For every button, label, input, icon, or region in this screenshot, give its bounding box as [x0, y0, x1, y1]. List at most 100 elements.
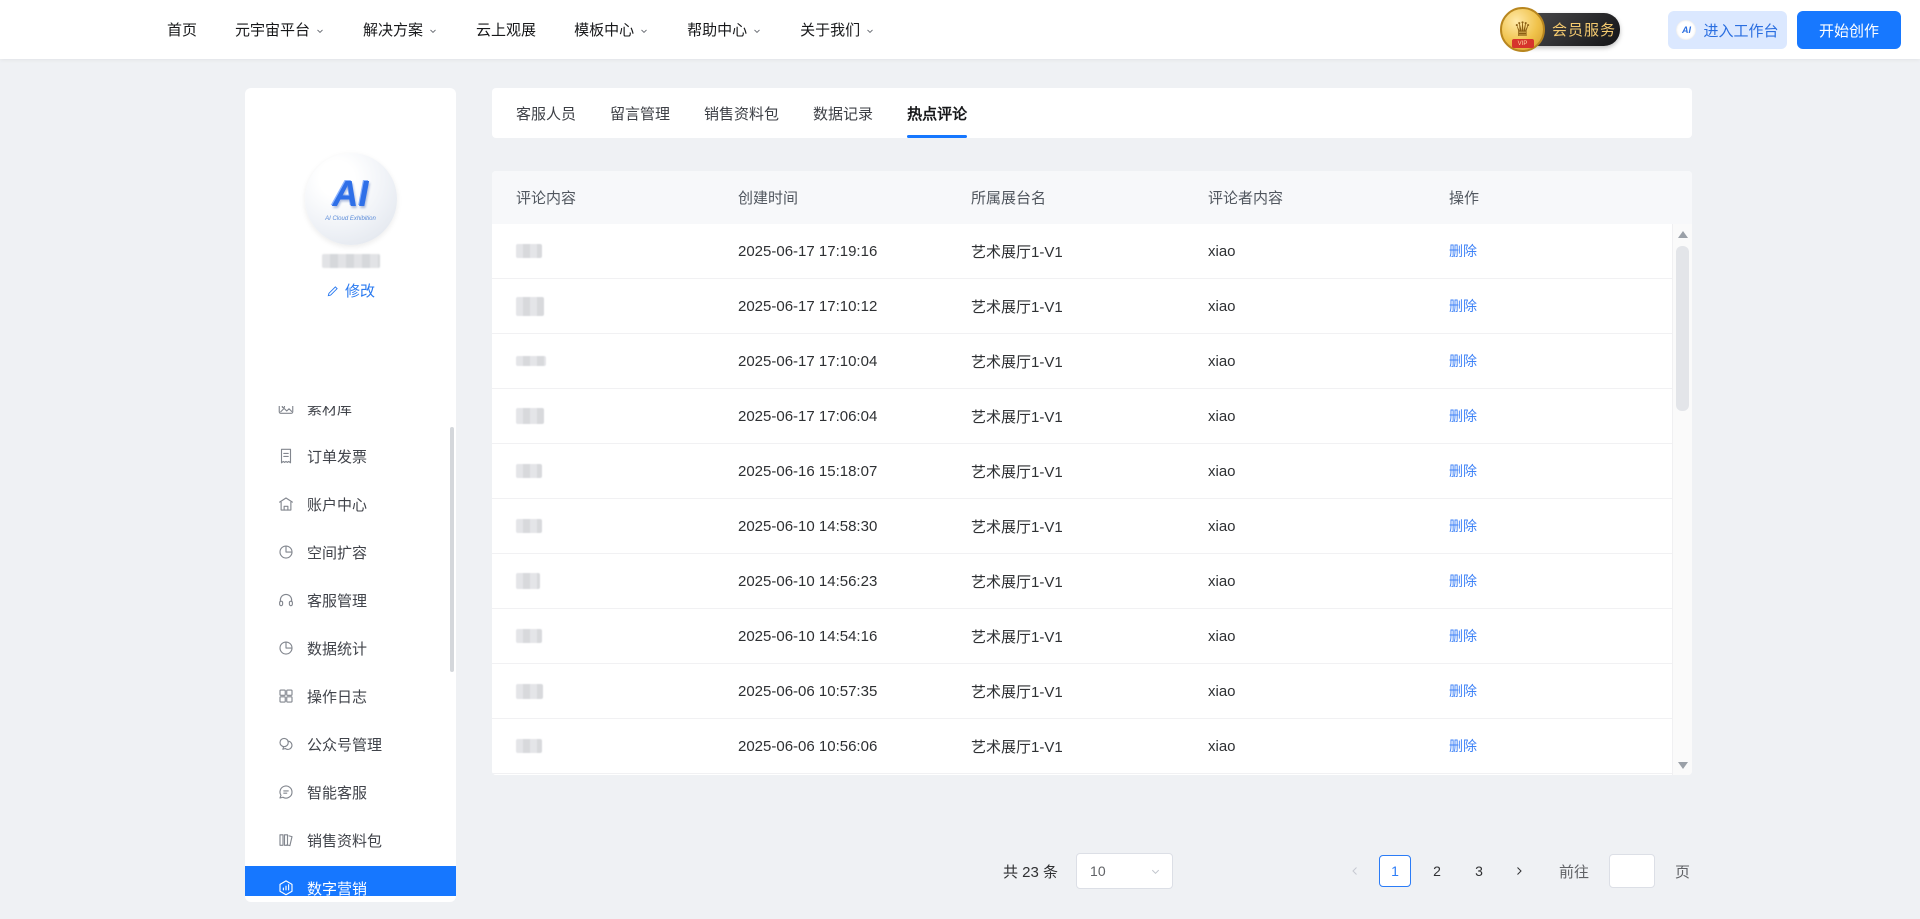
username-redacted	[322, 254, 380, 268]
booth-name: 艺术展厅1-V1	[971, 296, 1208, 317]
sidebar-item-10[interactable]: 数字营销	[245, 866, 456, 896]
chat-icon	[277, 783, 295, 801]
sidebar-item-2[interactable]: 账户中心	[245, 480, 456, 528]
nav-item-3[interactable]: 云上观展	[457, 0, 555, 59]
booth-name: 艺术展厅1-V1	[971, 626, 1208, 647]
enter-workspace-label: 进入工作台	[1703, 20, 1778, 41]
prev-page-button[interactable]	[1341, 855, 1369, 887]
sidebar-item-label: 数据统计	[307, 638, 367, 659]
tab-4[interactable]: 热点评论	[907, 88, 967, 138]
enter-workspace-button[interactable]: AI 进入工作台	[1668, 11, 1787, 49]
marketing-hex-icon	[277, 879, 295, 896]
sidebar-item-8[interactable]: 智能客服	[245, 768, 456, 816]
start-create-button[interactable]: 开始创作	[1797, 11, 1901, 49]
sidebar-scrollbar[interactable]	[450, 427, 454, 672]
redacted-comment	[516, 573, 540, 589]
table-body: 2025-06-17 17:19:16艺术展厅1-V1xiao删除 2025-06…	[492, 224, 1672, 775]
table-row: 2025-06-17 17:06:04艺术展厅1-V1xiao删除	[492, 389, 1672, 444]
delete-link[interactable]: 删除	[1449, 628, 1477, 644]
commenter-name: xiao	[1208, 683, 1449, 700]
scrollbar-thumb[interactable]	[1676, 246, 1689, 411]
tab-2[interactable]: 销售资料包	[704, 88, 779, 138]
booth-name: 艺术展厅1-V1	[971, 736, 1208, 757]
table-row: 2025-06-17 17:19:16艺术展厅1-V1xiao删除	[492, 224, 1672, 279]
sidebar-item-4[interactable]: 客服管理	[245, 576, 456, 624]
sidebar-item-9[interactable]: 销售资料包	[245, 816, 456, 864]
table-row: 2025-06-06 10:57:35艺术展厅1-V1xiao删除	[492, 664, 1672, 719]
page-size-select[interactable]: 10	[1076, 853, 1173, 889]
redacted-comment	[516, 356, 546, 366]
pencil-icon	[326, 284, 340, 298]
redacted-comment	[516, 297, 544, 316]
sidebar-item-label: 客服管理	[307, 590, 367, 611]
commenter-name: xiao	[1208, 738, 1449, 755]
member-service-button[interactable]: ♛ VIP 会员服务	[1500, 8, 1620, 51]
page-button-3[interactable]: 3	[1463, 855, 1495, 887]
sidebar-item-5[interactable]: 数据统计	[245, 624, 456, 672]
delete-link[interactable]: 删除	[1449, 738, 1477, 754]
scroll-up-icon[interactable]	[1673, 226, 1692, 242]
sidebar-item-label: 空间扩容	[307, 542, 367, 563]
table-row: 2025-06-10 14:58:30艺术展厅1-V1xiao删除	[492, 499, 1672, 554]
page-unit-label: 页	[1675, 861, 1690, 882]
redacted-comment	[516, 408, 544, 424]
nav-item-0[interactable]: 首页	[148, 0, 216, 59]
page-button-2[interactable]: 2	[1421, 855, 1453, 887]
chevron-down-icon	[865, 26, 875, 36]
tab-1[interactable]: 留言管理	[610, 88, 670, 138]
booth-name: 艺术展厅1-V1	[971, 681, 1208, 702]
delete-link[interactable]: 删除	[1449, 683, 1477, 699]
delete-link[interactable]: 删除	[1449, 353, 1477, 369]
table-row: 2025-06-06 10:56:06艺术展厅1-V1xiao删除	[492, 719, 1672, 774]
next-page-button[interactable]	[1505, 855, 1533, 887]
nav-item-5[interactable]: 帮助中心	[668, 0, 781, 59]
table-scrollbar[interactable]	[1672, 224, 1692, 775]
avatar[interactable]: AI AI Cloud Exhibition	[305, 153, 397, 245]
goto-page-input[interactable]	[1609, 854, 1655, 888]
created-time: 2025-06-17 17:10:04	[738, 353, 971, 370]
delete-link[interactable]: 删除	[1449, 243, 1477, 259]
sidebar-item-1[interactable]: 订单发票	[245, 432, 456, 480]
page-button-1[interactable]: 1	[1379, 855, 1411, 887]
sidebar-item-label: 数字营销	[307, 878, 367, 897]
table-row: 2025-06-10 14:54:16艺术展厅1-V1xiao删除	[492, 609, 1672, 664]
commenter-name: xiao	[1208, 628, 1449, 645]
chevron-down-icon	[428, 26, 438, 36]
edit-profile-link[interactable]: 修改	[245, 280, 456, 301]
nav-item-6[interactable]: 关于我们	[781, 0, 894, 59]
avatar-logo-subtext: AI Cloud Exhibition	[325, 216, 376, 222]
table-row: 2025-06-17 17:10:04艺术展厅1-V1xiao删除	[492, 334, 1672, 389]
sidebar-item-0[interactable]: 素材库	[245, 406, 456, 432]
nav-item-4[interactable]: 模板中心	[555, 0, 668, 59]
sidebar: AI AI Cloud Exhibition 修改 素材库订单发票账户中心空间扩…	[245, 88, 456, 902]
sidebar-item-6[interactable]: 操作日志	[245, 672, 456, 720]
chevron-down-icon	[639, 26, 649, 36]
chevron-right-icon	[1513, 865, 1525, 877]
member-service-label: 会员服务	[1552, 8, 1616, 51]
delete-link[interactable]: 删除	[1449, 518, 1477, 534]
nav-item-label: 帮助中心	[687, 19, 747, 40]
delete-link[interactable]: 删除	[1449, 298, 1477, 314]
nav-item-2[interactable]: 解决方案	[344, 0, 457, 59]
total-count-label: 共 23 条	[1003, 861, 1058, 882]
delete-link[interactable]: 删除	[1449, 573, 1477, 589]
sidebar-item-7[interactable]: 公众号管理	[245, 720, 456, 768]
column-header: 所属展台名	[971, 187, 1208, 208]
commenter-name: xiao	[1208, 353, 1449, 370]
booth-name: 艺术展厅1-V1	[971, 351, 1208, 372]
sidebar-item-3[interactable]: 空间扩容	[245, 528, 456, 576]
commenter-name: xiao	[1208, 518, 1449, 535]
commenter-name: xiao	[1208, 298, 1449, 315]
goto-label: 前往	[1559, 861, 1589, 882]
nav-item-1[interactable]: 元宇宙平台	[216, 0, 344, 59]
tab-3[interactable]: 数据记录	[813, 88, 873, 138]
scroll-down-icon[interactable]	[1673, 757, 1692, 773]
delete-link[interactable]: 删除	[1449, 463, 1477, 479]
chevron-left-icon	[1349, 865, 1361, 877]
table-row: 2025-06-16 15:18:07艺术展厅1-V1xiao删除	[492, 444, 1672, 499]
tab-0[interactable]: 客服人员	[516, 88, 576, 138]
top-bar: 首页元宇宙平台解决方案云上观展模板中心帮助中心 关于我们 ♛ VIP 会员服务 A…	[0, 0, 1920, 59]
column-header: 操作	[1449, 187, 1692, 208]
commenter-name: xiao	[1208, 463, 1449, 480]
delete-link[interactable]: 删除	[1449, 408, 1477, 424]
